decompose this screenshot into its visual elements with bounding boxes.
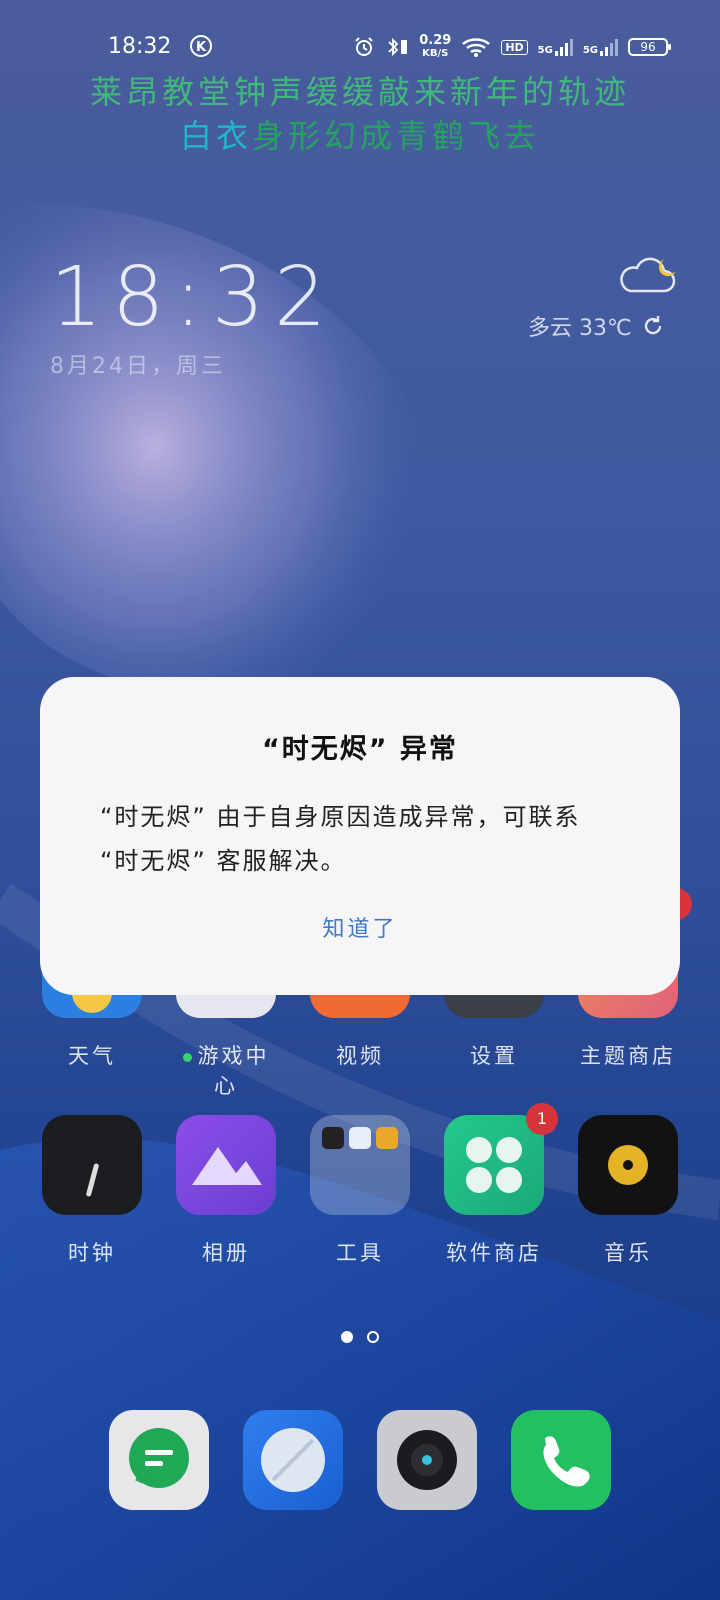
app-label: 时钟 xyxy=(68,1241,116,1265)
app-label: 主题商店 xyxy=(580,1044,676,1068)
ok-button[interactable]: 知道了 xyxy=(40,911,680,943)
app-label: 游戏中心 xyxy=(171,1040,281,1100)
gallery-mountain-icon xyxy=(176,1115,276,1215)
update-dot xyxy=(182,1052,192,1062)
dialog-title: “时无烬” 异常 xyxy=(262,734,458,765)
network-speed: 0.29 KB/S xyxy=(419,33,452,59)
lyric-line-1: 莱昂教堂钟声缓缓敲来新年的轨迹 xyxy=(89,73,630,111)
lyric-line-2: 白衣身形幻成青鹤飞去 xyxy=(179,117,541,155)
tools-folder-icon xyxy=(310,1115,410,1215)
notification-badge: 1 xyxy=(526,1103,558,1135)
clock-widget-time[interactable]: 18:32 xyxy=(50,250,336,345)
dock-browser[interactable] xyxy=(243,1410,343,1510)
hd-voice-icon: HD xyxy=(501,39,528,55)
signal-sim1-icon: 5G xyxy=(538,38,573,56)
camera-lens-icon xyxy=(397,1430,457,1490)
lyrics-widget: 莱昂教堂钟声缓缓敲来新年的轨迹 白衣身形幻成青鹤飞去 xyxy=(0,70,720,158)
clock-app-icon xyxy=(42,1115,142,1215)
clock-widget-date: 8月24日，周三 xyxy=(50,354,226,379)
wifi-icon xyxy=(462,38,491,57)
status-bar: 18:32 K 0.29 KB/S HD 5G 5G 96 xyxy=(0,30,720,66)
browser-icon xyxy=(261,1428,325,1492)
dock-phone[interactable] xyxy=(511,1410,611,1510)
app-gallery[interactable]: 相册 xyxy=(171,1115,281,1267)
app-label: 设置 xyxy=(470,1044,518,1068)
alarm-icon xyxy=(355,37,373,56)
app-label: 相册 xyxy=(202,1241,250,1265)
app-folder-tools[interactable]: 工具 xyxy=(305,1115,415,1267)
weather-text: 多云 33℃ xyxy=(528,316,632,341)
app-label: 视频 xyxy=(336,1044,384,1068)
app-label: 工具 xyxy=(336,1241,384,1265)
app-error-dialog: “时无烬” 异常 “时无烬” 由于自身原因造成异常，可联系 “时无烬” 客服解决… xyxy=(40,677,680,995)
weather-widget[interactable]: 多云 33℃ xyxy=(528,310,664,342)
refresh-icon[interactable] xyxy=(642,315,664,337)
page-dot-active[interactable] xyxy=(341,1331,353,1343)
dock-messages[interactable] xyxy=(109,1410,209,1510)
battery-icon: 96 xyxy=(628,38,671,56)
status-time: 18:32 xyxy=(108,34,172,59)
dialog-message: “时无烬” 由于自身原因造成异常，可联系 “时无烬” 客服解决。 xyxy=(100,803,581,875)
page-indicator xyxy=(0,1331,720,1343)
app-label: 天气 xyxy=(68,1044,116,1068)
page-dot[interactable] xyxy=(367,1331,379,1343)
app-label: 音乐 xyxy=(604,1241,652,1265)
app-label: 软件商店 xyxy=(446,1241,542,1265)
software-store-icon: 1 xyxy=(444,1103,558,1215)
k-notification-icon: K xyxy=(190,35,212,57)
music-vinyl-icon xyxy=(578,1115,678,1215)
dock-camera[interactable] xyxy=(377,1410,477,1510)
phone-icon xyxy=(543,1436,590,1487)
app-clock[interactable]: 时钟 xyxy=(37,1115,147,1267)
app-software-store[interactable]: 1 软件商店 xyxy=(439,1103,558,1267)
app-music[interactable]: 音乐 xyxy=(573,1115,683,1267)
signal-sim2-icon: 5G xyxy=(583,38,618,56)
cloudy-night-icon xyxy=(620,257,676,293)
bluetooth-battery-icon xyxy=(388,37,408,57)
message-bubble-icon xyxy=(129,1428,189,1488)
